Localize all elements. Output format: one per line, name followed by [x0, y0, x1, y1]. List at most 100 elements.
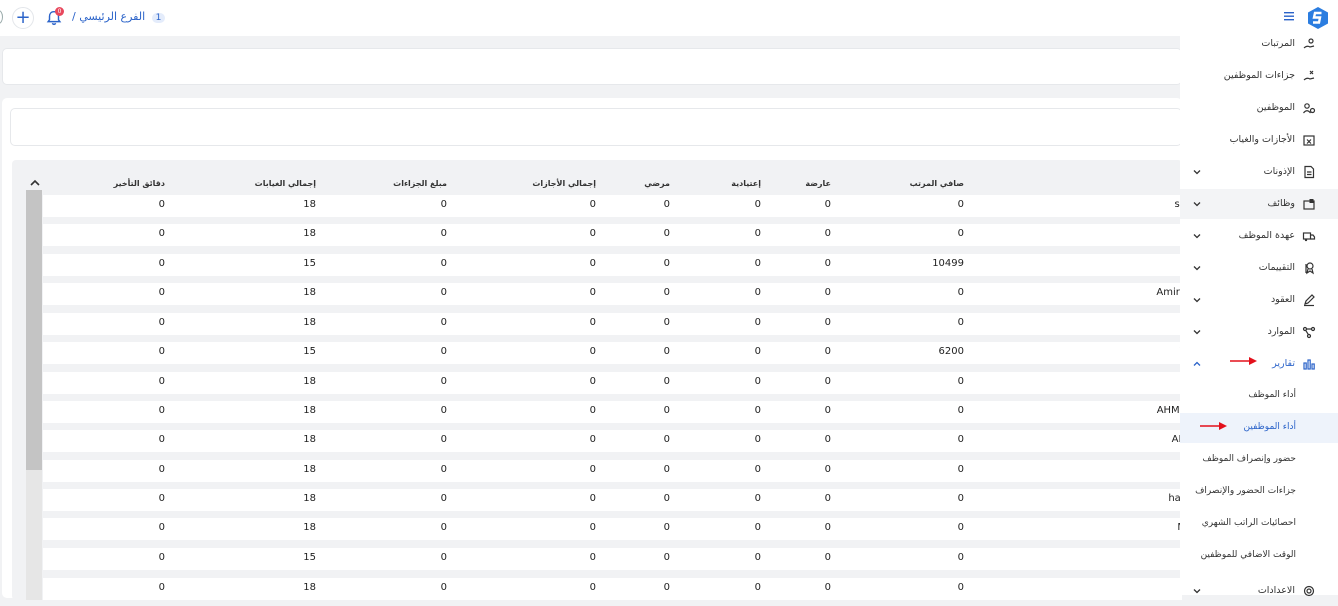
sidebar-item-pen[interactable]: العقود [1180, 285, 1338, 315]
chevron-down-icon[interactable] [1192, 231, 1202, 241]
red-arrow-employees-performance-icon [1200, 422, 1227, 430]
cell-casual: 0 [824, 258, 831, 269]
chevron-down-icon[interactable] [1192, 327, 1202, 337]
sidebar-item-money-hand[interactable]: المرتبات [1180, 29, 1338, 59]
cell-penalties: 0 [440, 346, 447, 357]
cell-regular: 0 [754, 346, 761, 357]
breadcrumb[interactable]: 1 الفرع الرئيسي / [72, 10, 166, 23]
cell-total-leaves: 0 [589, 376, 596, 387]
sidebar-subitem[interactable]: الوقت الاضافي للموظفين [1180, 541, 1338, 571]
cell-total-leaves: 0 [589, 552, 596, 563]
sidebar-item-label: العقود [1270, 294, 1295, 305]
sidebar-item-network[interactable]: الموارد [1180, 317, 1338, 347]
cell-casual: 0 [824, 582, 831, 593]
column-header-regular[interactable]: إعتيادية [731, 179, 761, 188]
cell-net-salary: 0 [957, 199, 964, 210]
collapse-caret-icon[interactable] [29, 177, 41, 189]
chevron-down-icon[interactable] [1192, 167, 1202, 177]
sidebar-item-award[interactable]: التقييمات [1180, 253, 1338, 283]
sidebar-item-calendar-x[interactable]: الأجازات والغياب [1180, 125, 1338, 155]
cell-late-minutes: 0 [158, 317, 165, 328]
table-row[interactable]: 10499 0 0 0 0 0 15 0 [43, 254, 1182, 276]
cell-net-salary: 0 [957, 522, 964, 533]
table-row[interactable]: sp000000180 [43, 195, 1186, 217]
add-button[interactable]: + [12, 7, 34, 29]
table-row[interactable]: 0 0 0 0 0 0 18 0 [43, 224, 1182, 246]
user-avatar-edge[interactable] [0, 10, 3, 24]
column-header-absences[interactable]: إجمالي الغيابات [255, 179, 316, 188]
sidebar-subitem[interactable]: احصائيات الراتب الشهري [1180, 509, 1338, 539]
cell-late-minutes: 0 [158, 346, 165, 357]
sidebar-subitem[interactable]: جزاءات الحضور والإنصراف [1180, 477, 1338, 507]
settings-icon [1303, 585, 1315, 597]
money-hand-icon [1303, 38, 1315, 49]
table-row[interactable]: Amira 0 0 0 0 0 0 18 0 [43, 283, 1186, 305]
table-row[interactable]: 0 0 0 0 0 0 18 0 [43, 313, 1182, 335]
sidebar-item-label: المرتبات [1261, 38, 1295, 49]
sidebar-item-truck[interactable]: عهدة الموظف [1180, 221, 1338, 251]
chart-icon [1303, 359, 1315, 370]
cell-penalties: 0 [440, 287, 447, 298]
cell-late-minutes: 0 [158, 287, 165, 298]
cell-total-leaves: 0 [589, 346, 596, 357]
cell-net-salary: 0 [957, 405, 964, 416]
table-row[interactable]: 0 0 0 0 0 0 18 0 [43, 372, 1182, 394]
column-header-late-minutes[interactable]: دقائق التأخير [114, 179, 165, 188]
document-icon [1304, 165, 1315, 179]
cell-net-salary: 0 [957, 434, 964, 445]
sidebar-subitem[interactable]: حضور وإنصراف الموظف [1180, 445, 1338, 475]
sidebar-item-chart[interactable]: تقارير [1180, 349, 1338, 379]
sidebar-item-users-gear[interactable]: الموظفين [1180, 93, 1338, 123]
cell-regular: 0 [754, 582, 761, 593]
cell-total-leaves: 0 [589, 405, 596, 416]
cell-casual: 0 [824, 287, 831, 298]
table-row[interactable]: 0 0 0 0 0 0 18 0 [43, 460, 1182, 482]
column-header-sick[interactable]: مرضي [644, 179, 670, 188]
sidebar-item-document[interactable]: الإذونات [1180, 157, 1338, 187]
chevron-down-icon[interactable] [1192, 295, 1202, 305]
table-row[interactable]: 0 0 0 0 0 0 18 0 [43, 578, 1182, 600]
chevron-down-icon[interactable] [1192, 263, 1202, 273]
cell-penalties: 0 [440, 522, 447, 533]
chevron-up-icon[interactable] [1192, 359, 1202, 369]
column-header-total-leaves[interactable]: إجمالي الأجازات [532, 179, 596, 188]
cell-regular: 0 [754, 376, 761, 387]
cell-regular: 0 [754, 464, 761, 475]
cell-late-minutes: 0 [158, 228, 165, 239]
column-header-casual[interactable]: عارضة [805, 179, 831, 188]
cell-casual: 0 [824, 228, 831, 239]
vertical-scrollbar[interactable] [26, 190, 42, 600]
cell-net-salary: 6200 [938, 346, 964, 357]
table-row[interactable]: AH 0 0 0 0 0 0 18 0 [43, 430, 1186, 452]
table-row[interactable]: M000000180 [43, 518, 1186, 540]
report-table: صافي المرتب عارضة إعتيادية مرضي إجمالي ا… [12, 160, 1186, 600]
scrollbar-thumb[interactable] [26, 190, 42, 470]
sidebar-item-label: الاعدادات [1257, 585, 1295, 596]
table-row[interactable]: has 0 0 0 0 0 0 18 0 [43, 489, 1186, 511]
sidebar-item-briefcase[interactable]: وظائف [1180, 189, 1338, 219]
column-header-net-salary[interactable]: صافي المرتب [910, 179, 964, 188]
table-row[interactable]: AHME 0 0 0 0 0 0 18 0 [43, 401, 1186, 423]
cell-casual: 0 [824, 317, 831, 328]
cell-net-salary: 10499 [932, 258, 964, 269]
cell-net-salary: 0 [957, 552, 964, 563]
truck-icon [1302, 232, 1316, 242]
chevron-down-icon[interactable] [1192, 199, 1202, 209]
briefcase-icon [1303, 199, 1315, 210]
table-row[interactable]: Y620000000150 [43, 342, 1186, 364]
table-row[interactable]: 0 0 0 0 0 0 15 0 [43, 548, 1182, 570]
cell-casual: 0 [824, 434, 831, 445]
sidebar-item-settings[interactable]: الاعدادات [1180, 576, 1338, 606]
sidebar-item-penalty-hand[interactable]: جزاءات الموظفين [1180, 61, 1338, 91]
cell-total-leaves: 0 [589, 464, 596, 475]
sidebar-item-label: التقييمات [1258, 262, 1295, 273]
column-header-penalties[interactable]: مبلغ الجزاءات [393, 179, 447, 188]
menu-icon[interactable] [1283, 10, 1295, 22]
cell-absences: 18 [303, 522, 316, 533]
sidebar-subitem[interactable]: أداء الموظف [1180, 381, 1338, 411]
sidebar-item-label: الإذونات [1263, 166, 1295, 177]
top-bar: + 0 1 الفرع الرئيسي / [0, 0, 1338, 36]
cell-absences: 18 [303, 317, 316, 328]
cell-regular: 0 [754, 405, 761, 416]
cell-late-minutes: 0 [158, 434, 165, 445]
